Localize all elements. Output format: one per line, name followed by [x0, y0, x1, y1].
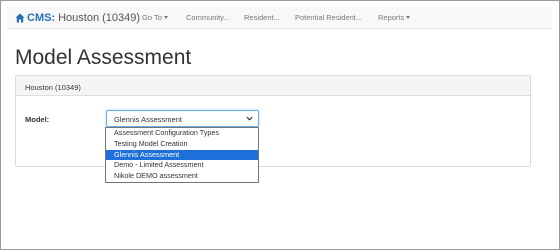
nav-goto-label: Go To [142, 13, 162, 22]
brand-name: CMS: [27, 12, 56, 24]
dropdown-option[interactable]: Testing Model Creation [106, 139, 258, 150]
top-navbar: CMS: Houston (10349) Go To Community... … [7, 7, 552, 29]
chevron-down-icon [246, 116, 253, 121]
panel-heading: Houston (10349) [16, 76, 530, 96]
nav-potential-resident-label: Potential Resident... [295, 13, 363, 22]
dropdown-option[interactable]: Demo - Limited Assessment [106, 160, 258, 171]
nav-potential-resident[interactable]: Potential Resident... [295, 13, 362, 22]
brand-site-name: Houston (10349) [58, 12, 141, 24]
dropdown-option-selected[interactable]: Glennis Assessment [106, 149, 258, 161]
assessment-panel: Houston (10349) Model: Glennis Assessmen… [15, 75, 531, 167]
caret-down-icon [163, 16, 168, 19]
nav-resident-label: Resident... [244, 13, 280, 22]
dropdown-option[interactable]: Assessment Configuration Types [106, 128, 258, 139]
nav-reports-label: Reports [378, 13, 405, 22]
nav-community[interactable]: Community... [186, 13, 230, 22]
home-icon [15, 13, 25, 23]
model-select[interactable]: Glennis Assessment [106, 110, 259, 127]
dropdown-option[interactable]: Nikole DEMO assessment [106, 171, 258, 182]
model-label: Model: [25, 115, 50, 124]
nav-reports[interactable]: Reports [378, 13, 411, 22]
window-frame: CMS: Houston (10349) Go To Community... … [0, 0, 560, 250]
page-title: Model Assessment [15, 46, 192, 69]
model-select-value: Glennis Assessment [114, 115, 182, 124]
brand-link[interactable]: CMS: Houston (10349) [15, 10, 140, 26]
nav-goto[interactable]: Go To [142, 13, 168, 22]
nav-community-label: Community... [186, 13, 230, 22]
caret-down-icon [406, 16, 411, 19]
nav-resident[interactable]: Resident... [244, 13, 280, 22]
model-dropdown-list: Assessment Configuration Types Testing M… [105, 127, 259, 183]
